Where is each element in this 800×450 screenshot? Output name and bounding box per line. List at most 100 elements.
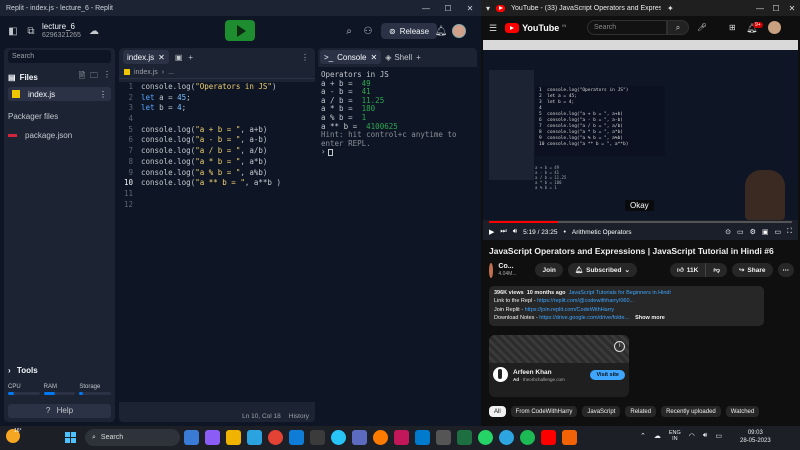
store-icon[interactable] bbox=[247, 430, 262, 445]
replit-logo-icon[interactable]: ⧉ bbox=[24, 24, 38, 38]
new-file-icon[interactable]: 🗎︎ bbox=[79, 70, 85, 84]
captions-icon[interactable]: ▭ bbox=[737, 228, 744, 236]
channel-avatar[interactable] bbox=[489, 262, 494, 278]
miniplayer-icon[interactable]: ▣ bbox=[762, 228, 769, 236]
repl-link[interactable]: https://replit.com/@codewithharry/060... bbox=[537, 298, 634, 304]
cortana-icon[interactable] bbox=[331, 430, 346, 445]
show-more-button[interactable]: Show more bbox=[635, 315, 665, 321]
close-icon[interactable]: ✕ bbox=[158, 53, 165, 62]
bell-icon[interactable]: 🔔︎ bbox=[434, 24, 448, 38]
vscode-icon[interactable] bbox=[415, 430, 430, 445]
share-button[interactable]: ↪ Share bbox=[731, 263, 773, 277]
new-folder-icon[interactable]: 🗀︎ bbox=[90, 70, 98, 84]
search-icon[interactable]: ⌕ bbox=[342, 24, 356, 38]
avatar[interactable] bbox=[452, 24, 466, 38]
close-icon[interactable]: ✕ bbox=[784, 4, 800, 13]
youtube-app-icon[interactable] bbox=[541, 430, 556, 445]
language-indicator[interactable]: ENG IN bbox=[669, 430, 681, 442]
spotify-icon[interactable] bbox=[520, 430, 535, 445]
video-player[interactable]: 1 console.log("Operators in JS") 2 let a… bbox=[483, 40, 798, 240]
excel-icon[interactable] bbox=[457, 430, 472, 445]
tab-console[interactable]: >_ Console ✕ bbox=[320, 50, 382, 64]
code-line[interactable]: 12 bbox=[119, 200, 315, 211]
resource-meters[interactable]: CPU RAM Storage bbox=[8, 384, 112, 395]
volume-icon[interactable]: 🔊︎ bbox=[513, 228, 517, 236]
code-area[interactable]: 1 console.log("Operators in JS") 2 let a = … bbox=[119, 82, 315, 402]
split-view-icon[interactable]: ▣ bbox=[175, 53, 183, 62]
ad-card[interactable]: i Arfeen Khan Ad · theorbchallenge.com V… bbox=[489, 335, 629, 397]
close-icon[interactable]: ✕ bbox=[370, 53, 377, 62]
join-replit-link[interactable]: https://join.replit.com/CodeWithHarry bbox=[525, 307, 615, 313]
help-button[interactable]: ? Help bbox=[8, 404, 111, 418]
console-prompt[interactable]: › bbox=[321, 148, 474, 157]
mic-icon[interactable]: 🎤︎ bbox=[697, 23, 707, 32]
maximize-icon[interactable]: ☐ bbox=[768, 4, 784, 13]
more-options-icon[interactable]: ⋮ bbox=[301, 53, 309, 62]
search-button[interactable]: ⌕ bbox=[667, 20, 689, 35]
channel-info[interactable]: Co... 4.04M... bbox=[498, 263, 516, 277]
subscribed-button[interactable]: 🔔︎ Subscribed ⌄ bbox=[567, 263, 637, 277]
tab-index-js[interactable]: index.js ✕ bbox=[123, 50, 169, 64]
settings-icon[interactable] bbox=[310, 430, 325, 445]
chip[interactable]: Related bbox=[625, 406, 657, 417]
menu-icon[interactable]: ☰ bbox=[489, 23, 497, 34]
invite-user-icon[interactable]: ⚇ bbox=[361, 24, 375, 38]
clock[interactable]: 09:03 28-05-2023 bbox=[740, 429, 771, 445]
create-video-icon[interactable]: ⊞ bbox=[729, 23, 736, 32]
extensions-icon[interactable]: ✦ bbox=[667, 4, 674, 13]
avatar[interactable] bbox=[768, 21, 781, 34]
maximize-icon[interactable]: ☐ bbox=[437, 4, 459, 13]
chat-icon[interactable] bbox=[205, 430, 220, 445]
file-item-index-js[interactable]: index.js ⋮ bbox=[8, 87, 111, 101]
play-icon[interactable]: ▶ bbox=[489, 228, 494, 236]
photos-icon[interactable] bbox=[352, 430, 367, 445]
add-tab-icon[interactable]: + bbox=[416, 53, 421, 62]
next-icon[interactable]: ⏭︎ bbox=[500, 228, 506, 236]
tab-list-icon[interactable]: ▾ bbox=[486, 4, 490, 13]
fullscreen-icon[interactable]: ⛶ bbox=[787, 228, 792, 236]
join-button[interactable]: Join bbox=[535, 263, 563, 277]
chip[interactable]: From CodeWithHarry bbox=[510, 406, 578, 417]
edge-icon[interactable] bbox=[289, 430, 304, 445]
battery-icon[interactable]: ▭ bbox=[715, 432, 722, 440]
chip[interactable]: Watched bbox=[725, 406, 760, 417]
release-button[interactable]: ⊚ Release bbox=[381, 23, 438, 39]
chrome-icon[interactable] bbox=[268, 430, 283, 445]
code-line[interactable]: 6 console.log("a - b = ", a-b) bbox=[119, 135, 315, 146]
cloud-icon[interactable]: ☁ bbox=[654, 432, 661, 440]
sidebar-toggle-icon[interactable]: ◧ bbox=[6, 24, 20, 38]
close-icon[interactable]: ✕ bbox=[459, 4, 481, 13]
start-button[interactable] bbox=[65, 432, 76, 443]
console-output[interactable]: Operators in JS a + b = 49 a - b = 41 a / … bbox=[318, 67, 477, 422]
code-line[interactable]: 10 console.log("a ** b = ", a**b ) bbox=[119, 178, 315, 189]
task-view-icon[interactable] bbox=[184, 430, 199, 445]
cloud-sync-icon[interactable]: ☁ bbox=[87, 24, 101, 38]
autoplay-toggle-icon[interactable]: ⊙ bbox=[725, 228, 731, 236]
history-button[interactable]: History bbox=[289, 413, 309, 420]
wifi-icon[interactable]: ◠ bbox=[689, 432, 695, 440]
video-description[interactable]: 396K views 10 months ago JavaScript Tuto… bbox=[489, 286, 764, 326]
file-explorer-icon[interactable] bbox=[226, 430, 241, 445]
whatsapp-icon[interactable] bbox=[478, 430, 493, 445]
tools-section[interactable]: › Tools bbox=[8, 366, 38, 375]
info-icon[interactable]: i bbox=[614, 341, 625, 352]
breadcrumb-more[interactable]: ... bbox=[168, 69, 174, 76]
breadcrumb-file[interactable]: index.js bbox=[134, 69, 158, 76]
notes-link[interactable]: https://drive.google.com/drive/folde... bbox=[539, 315, 629, 321]
chip[interactable]: All bbox=[489, 406, 506, 417]
volume-icon[interactable]: 🔊︎ bbox=[703, 432, 707, 440]
chip[interactable]: JavaScript bbox=[582, 406, 621, 417]
file-menu-icon[interactable]: ⋮ bbox=[99, 90, 107, 99]
code-line[interactable]: 3 let b = 4; bbox=[119, 103, 315, 114]
code-line[interactable]: 11 bbox=[119, 189, 315, 200]
like-button[interactable]: 👍︎ 11K bbox=[669, 263, 707, 277]
dislike-button[interactable]: 👎︎ bbox=[706, 263, 727, 277]
chip[interactable]: Recently uploaded bbox=[661, 406, 721, 417]
media-icon[interactable] bbox=[394, 430, 409, 445]
replit-app-icon[interactable] bbox=[562, 430, 577, 445]
video-chapter[interactable]: Arithmetic Operators bbox=[572, 229, 632, 236]
minimize-icon[interactable]: — bbox=[752, 4, 768, 13]
visit-site-button[interactable]: Visit site bbox=[590, 369, 625, 380]
chevron-up-icon[interactable]: ⌃ bbox=[640, 432, 646, 440]
project-info[interactable]: lecture_6 6296321265 bbox=[42, 22, 81, 40]
